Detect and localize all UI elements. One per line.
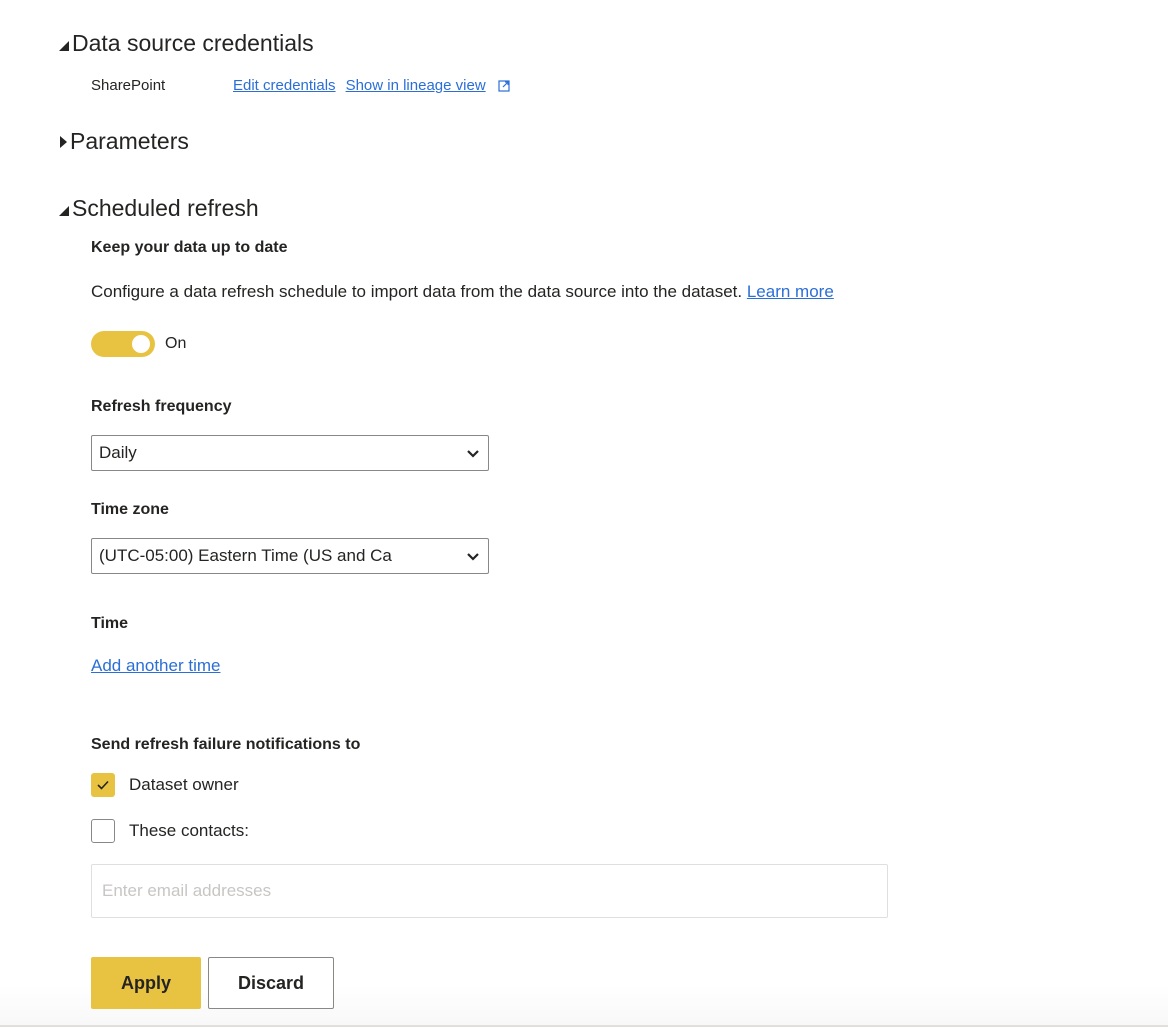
external-link-icon[interactable] <box>498 79 510 92</box>
notify-dataset-owner-row: Dataset owner <box>91 773 239 797</box>
section-title: Parameters <box>70 128 189 154</box>
toggle-label: On <box>165 335 187 352</box>
refresh-frequency-select[interactable]: Daily <box>91 435 489 471</box>
checkmark-icon <box>97 780 109 790</box>
section-header-data-source-credentials[interactable]: Data source credentials <box>59 30 314 57</box>
refresh-frequency-label: Refresh frequency <box>91 398 232 415</box>
show-in-lineage-view-link[interactable]: Show in lineage view <box>346 77 486 94</box>
time-label: Time <box>91 615 129 632</box>
caret-collapsed-icon <box>60 135 67 148</box>
caret-expanded-icon <box>59 205 69 216</box>
section-header-scheduled-refresh[interactable]: Scheduled refresh <box>59 195 259 222</box>
section-header-parameters[interactable]: Parameters <box>60 128 189 155</box>
dataset-owner-checkbox[interactable] <box>91 773 115 797</box>
add-another-time-link[interactable]: Add another time <box>91 656 220 676</box>
apply-button[interactable]: Apply <box>91 957 201 1009</box>
section-title: Scheduled refresh <box>72 195 259 221</box>
refresh-toggle-row: On <box>91 331 186 357</box>
checkbox-label: These contacts: <box>129 821 250 840</box>
notify-contacts-row: These contacts: <box>91 819 249 843</box>
selected-value: (UTC-05:00) Eastern Time (US and Ca <box>99 546 392 565</box>
data-source-name: SharePoint <box>91 77 166 94</box>
chevron-down-icon <box>467 553 479 561</box>
email-addresses-input[interactable] <box>91 864 888 918</box>
these-contacts-checkbox[interactable] <box>91 819 115 843</box>
time-zone-select[interactable]: (UTC-05:00) Eastern Time (US and Ca <box>91 538 489 574</box>
toggle-knob <box>132 335 150 353</box>
checkbox-label: Dataset owner <box>129 775 239 794</box>
notifications-label: Send refresh failure notifications to <box>91 736 361 753</box>
scheduled-refresh-toggle[interactable] <box>91 331 155 357</box>
refresh-description: Configure a data refresh schedule to imp… <box>91 282 834 302</box>
keep-data-up-to-date-heading: Keep your data up to date <box>91 239 288 256</box>
time-zone-label: Time zone <box>91 501 169 518</box>
edit-credentials-link[interactable]: Edit credentials <box>233 77 336 94</box>
description-text: Configure a data refresh schedule to imp… <box>91 282 743 301</box>
section-title: Data source credentials <box>72 30 314 56</box>
discard-button[interactable]: Discard <box>208 957 334 1009</box>
learn-more-link[interactable]: Learn more <box>747 282 834 301</box>
caret-expanded-icon <box>59 40 69 51</box>
selected-value: Daily <box>99 443 137 462</box>
chevron-down-icon <box>467 450 479 458</box>
credential-row: SharePoint Edit credentials Show in line… <box>91 77 510 94</box>
